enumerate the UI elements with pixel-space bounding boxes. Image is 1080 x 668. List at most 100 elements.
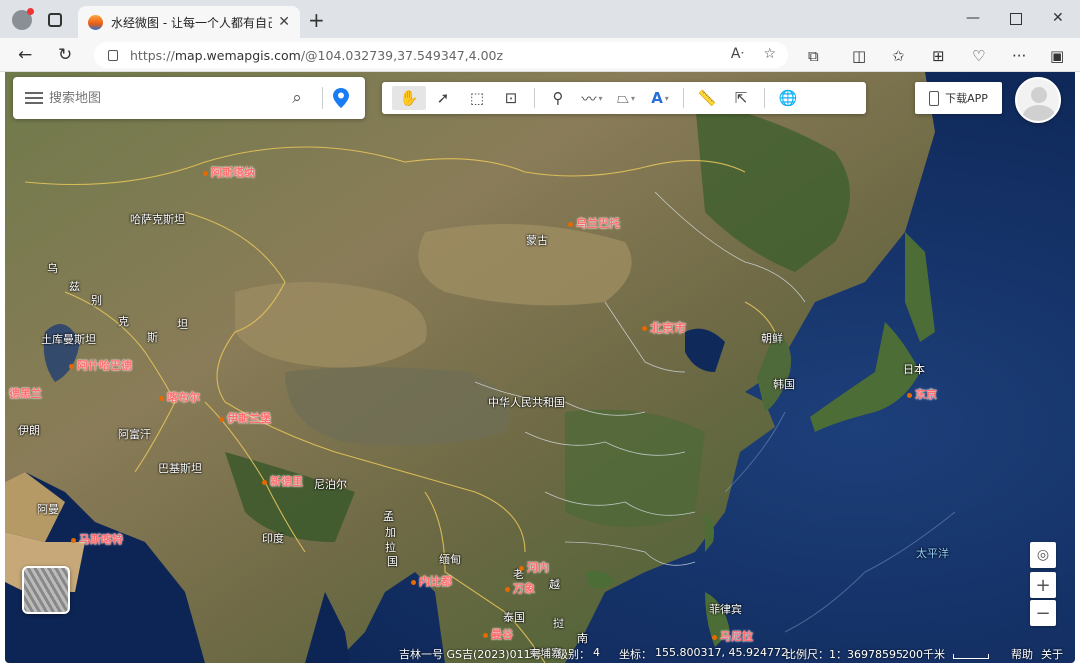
tab-actions-icon[interactable] <box>48 13 62 27</box>
about-link[interactable]: 关于 <box>1041 646 1063 662</box>
map-label: 缅甸 <box>439 553 461 566</box>
map-label: 日本 <box>903 363 925 376</box>
extensions-icon[interactable]: ⧉ <box>808 47 819 65</box>
map-label: 乌 <box>47 262 58 275</box>
zoom-box-icon[interactable]: ⊡ <box>494 86 528 110</box>
map-label: 印度 <box>262 532 284 545</box>
browser-titlebar: 水经微图 - 让每一个人都有自己的 ✕ + — ✕ <box>0 0 1080 38</box>
map-label: 阿富汗 <box>118 428 151 441</box>
search-input[interactable] <box>49 90 282 106</box>
map-label: 尼泊尔 <box>314 478 347 491</box>
city-label[interactable]: 马斯喀特 <box>71 531 123 547</box>
map-label: 泰国 <box>503 611 525 624</box>
layer-switch-button[interactable] <box>22 566 70 614</box>
city-label[interactable]: 伊斯兰堡 <box>219 410 271 426</box>
city-label[interactable]: 德黑兰 <box>5 385 42 401</box>
new-tab-button[interactable]: + <box>308 10 325 30</box>
map-label: 菲律宾 <box>709 603 742 616</box>
level-value: 4 <box>593 646 600 659</box>
split-screen-icon[interactable]: ◫ <box>852 47 866 65</box>
menu-icon[interactable] <box>25 92 43 104</box>
city-label[interactable]: 北京市 <box>642 319 686 336</box>
globe-icon[interactable]: 🌐 <box>771 86 805 110</box>
scale-distance: 200千米 <box>902 648 945 661</box>
city-label[interactable]: 马尼拉 <box>712 628 753 644</box>
city-label[interactable]: 内比都 <box>411 573 452 589</box>
browser-essentials-icon[interactable]: ♡ <box>972 47 985 65</box>
url-path: /@104.032739,37.549347,4.00z <box>300 47 504 63</box>
city-label[interactable]: 万象 <box>505 580 535 596</box>
coord-value: 155.800317, 45.924772 <box>655 646 788 659</box>
divider <box>683 88 684 108</box>
tab-close-icon[interactable]: ✕ <box>278 14 290 30</box>
reload-icon[interactable]: ↻ <box>58 45 72 65</box>
city-label[interactable]: 阿斯塔纳 <box>203 164 255 180</box>
city-label[interactable]: 乌兰巴托 <box>568 215 620 231</box>
url-scheme: https:// <box>130 47 175 63</box>
minimize-icon[interactable]: — <box>966 10 980 26</box>
polygon-icon[interactable]: ⏢ ▾ <box>609 86 643 110</box>
scale-label: 比例尺： <box>785 648 829 661</box>
close-window-icon[interactable]: ✕ <box>1052 10 1064 26</box>
map-label: 阿曼 <box>37 503 59 516</box>
polyline-icon[interactable]: 〰 ▾ <box>575 86 609 110</box>
read-aloud-icon[interactable]: Aᐧ <box>731 46 744 62</box>
map-label: 别 <box>91 294 102 307</box>
map-label: 加 <box>385 526 396 539</box>
download-app-button[interactable]: 下载APP <box>915 82 1002 114</box>
address-bar-row: ← ↻ https://map.wemapgis.com/@104.032739… <box>0 38 1080 72</box>
user-avatar[interactable] <box>1015 77 1061 123</box>
help-link[interactable]: 帮助 <box>1011 646 1033 662</box>
phone-icon <box>929 90 940 106</box>
url-host: map.wemapgis.com <box>174 47 301 63</box>
city-label[interactable]: 新德里 <box>262 473 303 489</box>
back-icon[interactable]: ← <box>18 45 32 65</box>
download-app-label: 下载APP <box>945 92 988 105</box>
text-icon[interactable]: A ▾ <box>643 86 677 110</box>
map-canvas[interactable]: 哈萨克斯坦 蒙古 乌 兹 别 克 斯 坦 土库曼斯坦 伊朗 阿富汗 巴基斯坦 中… <box>5 72 1075 663</box>
map-toolbar: ✋ ➚ ⬚ ⊡ ⚲ 〰 ▾ ⏢ ▾ A ▾ 📏 ⇱ 🌐 <box>382 82 866 114</box>
select-arrow-icon[interactable]: ➚ <box>426 86 460 110</box>
zoom-in-button[interactable]: + <box>1030 572 1056 598</box>
maximize-icon[interactable] <box>1010 13 1022 25</box>
divider <box>534 88 535 108</box>
marker-pin-icon[interactable]: ⚲ <box>541 86 575 110</box>
pan-hand-icon[interactable]: ✋ <box>392 86 426 110</box>
map-search-box: ⌕ <box>13 77 365 119</box>
url-field[interactable]: https://map.wemapgis.com/@104.032739,37.… <box>94 42 788 68</box>
lock-icon[interactable] <box>108 49 118 61</box>
map-label: 韩国 <box>773 378 795 391</box>
location-pin-icon[interactable] <box>333 88 349 108</box>
map-label: 斯 <box>147 331 158 344</box>
measure-ruler-icon[interactable]: 📏 <box>690 86 724 110</box>
city-label[interactable]: 喀布尔 <box>159 389 200 405</box>
city-label[interactable]: 东京 <box>907 386 937 402</box>
map-label: 土库曼斯坦 <box>41 333 96 346</box>
locate-me-icon[interactable]: ◎ <box>1030 542 1056 568</box>
sidebar-icon[interactable]: ▣ <box>1050 47 1064 65</box>
favorites-icon[interactable]: ✩ <box>892 47 905 65</box>
map-label: 坦 <box>177 318 188 331</box>
collections-icon[interactable]: ⊞ <box>932 47 945 65</box>
more-icon[interactable]: ··· <box>1012 47 1026 65</box>
ocean-label: 太平洋 <box>916 547 949 560</box>
map-status-bar: 吉林一号 GS吉(2023)011号 级别： 4 坐标： 155.800317,… <box>5 643 1075 663</box>
map-label: 孟 <box>383 510 394 523</box>
browser-tab[interactable]: 水经微图 - 让每一个人都有自己的 ✕ <box>78 6 300 38</box>
profile-icon[interactable] <box>12 8 34 30</box>
zoom-out-button[interactable]: − <box>1030 600 1056 626</box>
scale-value: 1：36978595 <box>829 648 903 661</box>
select-box-icon[interactable]: ⬚ <box>460 86 494 110</box>
city-label[interactable]: 河内 <box>519 559 549 575</box>
map-label: 挝 <box>553 617 564 630</box>
map-label: 中华人民共和国 <box>488 396 565 409</box>
search-icon[interactable]: ⌕ <box>282 88 312 108</box>
favorite-star-icon[interactable]: ☆ <box>763 46 776 62</box>
map-label: 蒙古 <box>526 234 548 247</box>
tab-title: 水经微图 - 让每一个人都有自己的 <box>111 15 272 30</box>
site-favicon-icon <box>88 14 103 30</box>
city-label[interactable]: 阿什哈巴德 <box>69 357 132 373</box>
identify-icon[interactable]: ⇱ <box>724 86 758 110</box>
map-label: 克 <box>118 315 129 328</box>
city-label[interactable]: 曼谷 <box>483 626 513 642</box>
